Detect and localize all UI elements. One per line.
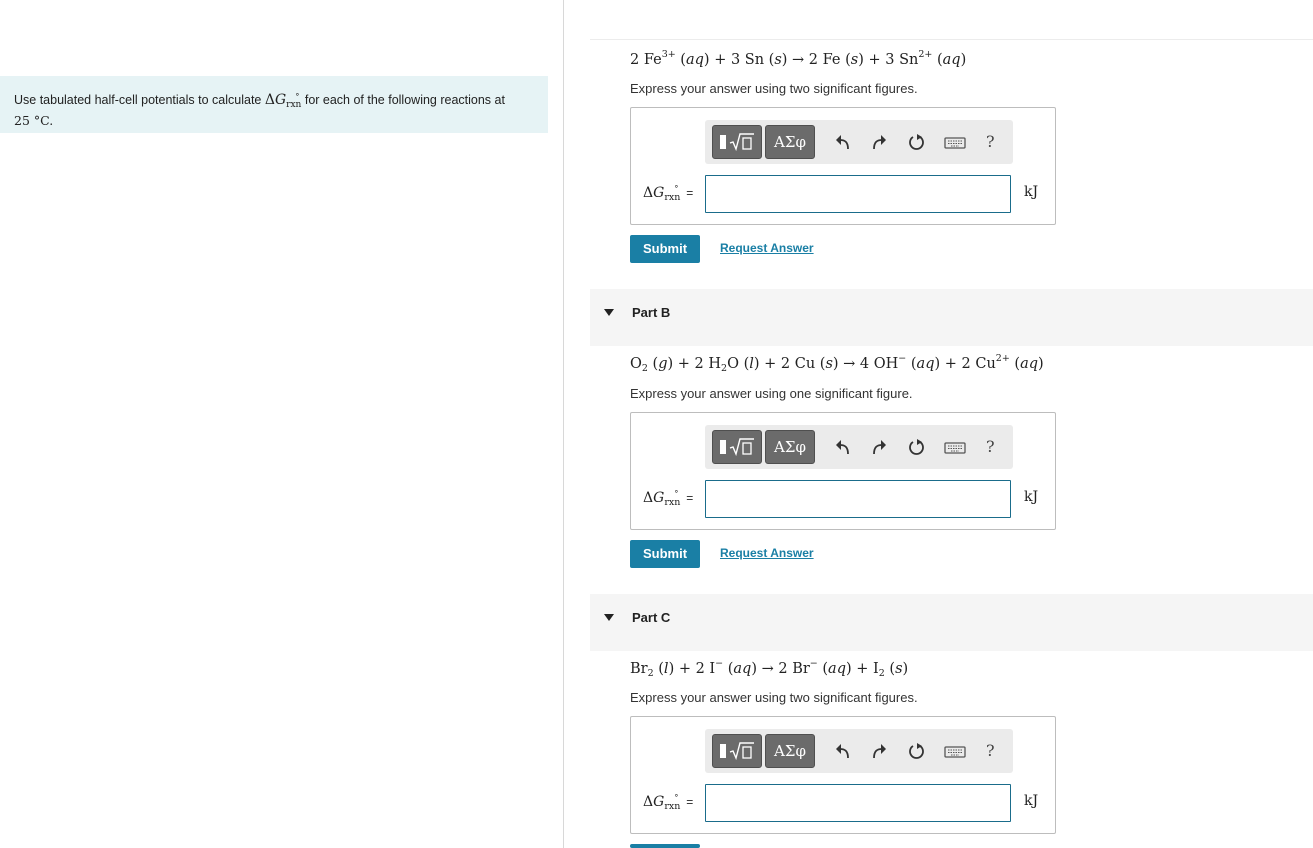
reset-icon[interactable] bbox=[907, 438, 927, 456]
answer-box-part-c: ΑΣφ ? ΔGrxn° = kJ bbox=[630, 716, 1056, 834]
top-separator bbox=[590, 39, 1313, 40]
temperature: 25 °C. bbox=[14, 113, 54, 128]
answer-input[interactable] bbox=[705, 175, 1011, 213]
collapse-triangle-icon[interactable] bbox=[604, 614, 614, 621]
sig-fig-instruction: Express your answer using two significan… bbox=[630, 81, 918, 96]
left-pane: Use tabulated half-cell potentials to ca… bbox=[0, 0, 563, 848]
reset-icon[interactable] bbox=[907, 133, 927, 151]
answer-box-part-b: ΑΣφ ? ΔGrxn° = kJ bbox=[630, 412, 1056, 530]
unit-label: kJ bbox=[1024, 489, 1039, 505]
redo-icon[interactable] bbox=[869, 742, 889, 760]
delta-g-label: ΔGrxn° = bbox=[643, 793, 694, 812]
greek-symbols-button[interactable]: ΑΣφ bbox=[765, 734, 815, 768]
template-sqrt-icon[interactable] bbox=[712, 430, 762, 464]
delta-g-label: ΔGrxn° = bbox=[643, 184, 694, 203]
answer-input[interactable] bbox=[705, 784, 1011, 822]
help-icon[interactable]: ? bbox=[986, 437, 995, 456]
redo-icon[interactable] bbox=[869, 438, 889, 456]
part-b-header[interactable]: Part B bbox=[590, 289, 1313, 346]
instructions-text: Use tabulated half-cell potentials to ca… bbox=[14, 93, 262, 107]
sig-fig-instruction: Express your answer using two significan… bbox=[630, 690, 918, 705]
unit-label: kJ bbox=[1024, 793, 1039, 809]
keyboard-icon[interactable] bbox=[944, 742, 966, 760]
undo-icon[interactable] bbox=[833, 438, 853, 456]
submit-button-partial[interactable] bbox=[630, 844, 700, 848]
unit-label: kJ bbox=[1024, 184, 1039, 200]
math-toolbar: ΑΣφ ? bbox=[705, 120, 1013, 164]
template-sqrt-icon[interactable] bbox=[712, 734, 762, 768]
keyboard-icon[interactable] bbox=[944, 438, 966, 456]
pane-divider bbox=[563, 0, 564, 848]
math-toolbar: ΑΣφ ? bbox=[705, 425, 1013, 469]
instructions-text-2: for each of the following reactions at bbox=[304, 93, 505, 107]
reaction-equation-part-a: 2 Fe3+ (aq) + 3 Sn (s) → 2 Fe (s) + 3 Sn… bbox=[630, 49, 967, 68]
part-c-header[interactable]: Part C bbox=[590, 594, 1313, 651]
help-icon[interactable]: ? bbox=[986, 132, 995, 151]
greek-symbols-button[interactable]: ΑΣφ bbox=[765, 430, 815, 464]
submit-button[interactable]: Submit bbox=[630, 235, 700, 263]
problem-instructions: Use tabulated half-cell potentials to ca… bbox=[0, 76, 548, 133]
part-title: Part B bbox=[632, 305, 671, 320]
math-toolbar: ΑΣφ ? bbox=[705, 729, 1013, 773]
sig-fig-instruction: Express your answer using one significan… bbox=[630, 386, 913, 401]
undo-icon[interactable] bbox=[833, 133, 853, 151]
answer-input[interactable] bbox=[705, 480, 1011, 518]
reaction-equation-part-b: O2 (g) + 2 H2O (l) + 2 Cu (s) → 4 OH− (a… bbox=[630, 353, 1044, 374]
delta-g-label: ΔGrxn° = bbox=[643, 489, 694, 508]
reset-icon[interactable] bbox=[907, 742, 927, 760]
request-answer-link[interactable]: Request Answer bbox=[720, 241, 814, 255]
part-title: Part C bbox=[632, 610, 671, 625]
delta-g-symbol: ΔGrxn° bbox=[264, 92, 302, 110]
answer-box-part-a: ΑΣφ ? ΔGrxn° = kJ bbox=[630, 107, 1056, 225]
help-icon[interactable]: ? bbox=[986, 741, 995, 760]
greek-symbols-button[interactable]: ΑΣφ bbox=[765, 125, 815, 159]
template-sqrt-icon[interactable] bbox=[712, 125, 762, 159]
request-answer-link[interactable]: Request Answer bbox=[720, 546, 814, 560]
keyboard-icon[interactable] bbox=[944, 133, 966, 151]
submit-button[interactable]: Submit bbox=[630, 540, 700, 568]
collapse-triangle-icon[interactable] bbox=[604, 309, 614, 316]
redo-icon[interactable] bbox=[869, 133, 889, 151]
reaction-equation-part-c: Br2 (l) + 2 I− (aq) → 2 Br− (aq) + I2 (s… bbox=[630, 658, 909, 679]
undo-icon[interactable] bbox=[833, 742, 853, 760]
